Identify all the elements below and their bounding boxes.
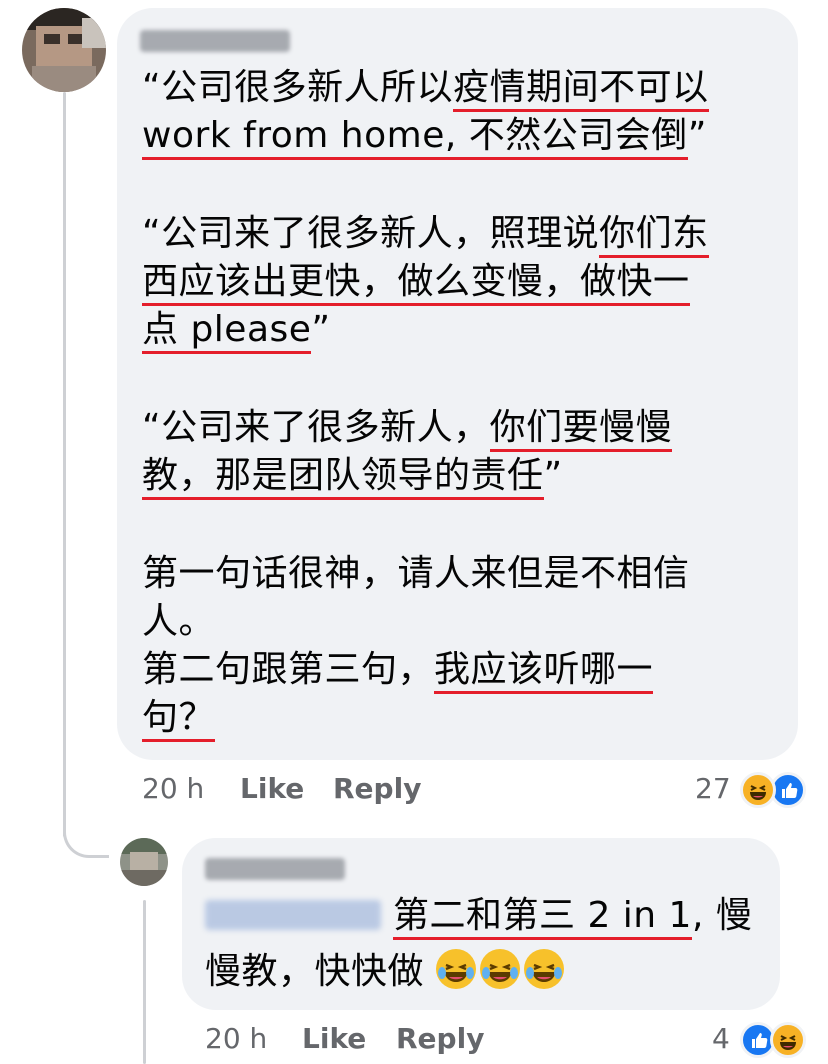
crying-laughing-icon xyxy=(435,949,476,989)
reply-reaction-count[interactable]: 4 xyxy=(712,1022,730,1055)
reply-like-button[interactable]: Like xyxy=(302,1022,366,1055)
reply-avatar[interactable] xyxy=(120,838,168,886)
comment-paragraph: “公司很多新人所以疫情期间不可以 work from home, 不然公司会倒” xyxy=(142,64,709,160)
text-line: 第二句跟第三句，我应该听哪一 xyxy=(142,646,709,694)
comment-text: “公司很多新人所以疫情期间不可以 work from home, 不然公司会倒” “… xyxy=(142,64,709,742)
comment-paragraph: “公司来了很多新人，照理说你们东 西应该出更快，做么变慢，做快一点 please” xyxy=(142,210,709,354)
underlined-text: 疫情期间不可以 xyxy=(453,67,709,112)
comment-paragraph: “公司来了很多新人，你们要慢慢 教，那是团队领导的责任” xyxy=(142,404,709,500)
haha-icon xyxy=(770,1022,806,1058)
text-run: 第一句话很神，请人来但是不相信 xyxy=(142,553,690,594)
underlined-text: 我应该听哪一 xyxy=(434,649,654,694)
underlined-text: work from home, 不然公司会倒 xyxy=(142,115,688,160)
haha-icon xyxy=(740,772,776,808)
text-run: , 慢 xyxy=(691,895,753,936)
reply-thread-line xyxy=(143,900,146,1064)
reply-button[interactable]: Reply xyxy=(333,772,421,805)
text-line: 第一句话很神，请人来但是不相信 xyxy=(142,550,709,598)
text-run: 第二句跟第三句， xyxy=(142,649,435,690)
text-line: 西应该出更快，做么变慢，做快一 xyxy=(142,258,709,306)
reply-author-name[interactable] xyxy=(205,858,345,880)
underlined-text: 第二和第三 2 in 1 xyxy=(393,895,692,940)
underlined-text: 点 please xyxy=(142,309,312,354)
text-line: work from home, 不然公司会倒” xyxy=(142,112,709,160)
text-run: ” xyxy=(687,115,707,156)
author-name[interactable] xyxy=(140,30,290,52)
text-line: 慢教，快快做 xyxy=(205,948,752,996)
thread-connector xyxy=(63,812,109,858)
text-line: 点 please” xyxy=(142,306,709,354)
underlined-text: 句？ xyxy=(142,697,216,742)
text-run: ” xyxy=(311,309,331,350)
reply-timestamp[interactable]: 20 h xyxy=(205,1022,267,1055)
text-run: “公司来了很多新人，照理说 xyxy=(142,213,600,254)
text-line: 教，那是团队领导的责任” xyxy=(142,452,709,500)
comment-timestamp[interactable]: 20 h xyxy=(142,772,204,805)
text-run: “公司很多新人所以 xyxy=(142,67,454,108)
text-run: “公司来了很多新人， xyxy=(142,407,490,448)
text-line: “公司来了很多新人，照理说你们东 xyxy=(142,210,709,258)
thread-line xyxy=(63,92,66,837)
text-run: 人。 xyxy=(142,601,216,642)
comment-paragraph: 第一句话很神，请人来但是不相信 人。 第二句跟第三句，我应该听哪一 句？ xyxy=(142,550,709,742)
underlined-text: 教，那是团队领导的责任 xyxy=(142,455,544,500)
reply-text: 第二和第三 2 in 1, 慢慢教，快快做 xyxy=(205,892,752,996)
reaction-count[interactable]: 27 xyxy=(695,772,731,805)
text-line: 第二和第三 2 in 1, 慢 xyxy=(393,892,752,940)
reply-reply-button[interactable]: Reply xyxy=(396,1022,484,1055)
avatar[interactable] xyxy=(22,8,106,92)
crying-laughing-icon xyxy=(479,949,520,989)
underlined-text: 你们要慢慢 xyxy=(489,407,673,452)
mention-link[interactable] xyxy=(205,900,381,930)
text-run: 慢教，快快做 xyxy=(205,951,436,992)
text-line: “公司很多新人所以疫情期间不可以 xyxy=(142,64,709,112)
underlined-text: 西应该出更快，做么变慢，做快一 xyxy=(142,261,690,306)
like-button[interactable]: Like xyxy=(240,772,304,805)
underlined-text: 你们东 xyxy=(599,213,709,258)
text-line: “公司来了很多新人，你们要慢慢 xyxy=(142,404,709,452)
text-line: 人。 xyxy=(142,598,709,646)
crying-laughing-icon xyxy=(523,949,564,989)
text-line: 句？ xyxy=(142,694,709,742)
text-run: ” xyxy=(543,455,563,496)
